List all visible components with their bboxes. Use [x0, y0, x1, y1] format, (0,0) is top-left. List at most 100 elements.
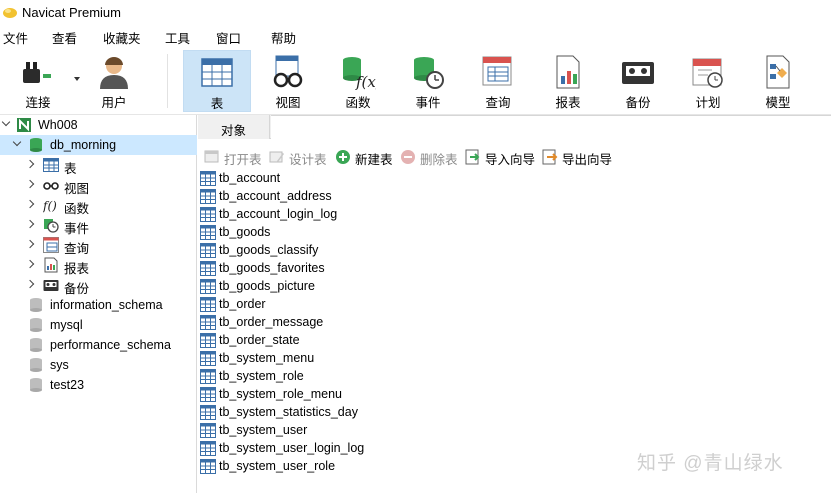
table-grid-icon [201, 58, 233, 87]
menu-window[interactable]: 窗口 [216, 28, 241, 47]
connect-button[interactable]: 连接 [4, 50, 80, 112]
model-label: 模型 [765, 96, 791, 110]
table-name: tb_order_state [219, 333, 300, 347]
report-button[interactable]: 报表 [534, 50, 602, 112]
add-plus-icon [336, 150, 350, 164]
tree-item-views[interactable]: 视图 [0, 175, 197, 196]
table-icon [43, 158, 59, 172]
menu-favorites[interactable]: 收藏夹 [103, 28, 141, 47]
report-chart-icon [44, 257, 58, 273]
delete-minus-icon [401, 150, 415, 164]
table-icon [200, 459, 216, 474]
chevron-right-icon[interactable] [25, 279, 35, 289]
object-toolbar: 打开表 设计表 新建表 删除表 导入向导 导出向导 [198, 145, 831, 169]
table-icon [200, 207, 216, 222]
model-button[interactable]: 模型 [744, 50, 812, 112]
tree-db-test23[interactable]: test23 [0, 375, 197, 395]
svg-text:f(x): f(x) [355, 73, 376, 90]
tree-item-events[interactable]: 事件 [0, 215, 197, 236]
menu-file[interactable]: 文件 [3, 28, 28, 47]
event-button[interactable]: 事件 [394, 50, 462, 112]
table-icon [200, 225, 216, 240]
table-name: tb_system_user [219, 423, 308, 437]
navicat-logo-icon [3, 8, 17, 18]
toolbar-separator [167, 54, 168, 108]
delete-table-label: 删除表 [420, 153, 458, 167]
main-panel: 对象 打开表 设计表 新建表 删除表 导入向导 导出向导 tb_account … [198, 115, 831, 493]
table-icon [200, 261, 216, 276]
import-wizard-label: 导入向导 [485, 153, 536, 167]
user-label: 用户 [101, 96, 127, 110]
tab-objects[interactable]: 对象 [198, 115, 270, 139]
chevron-right-icon[interactable] [25, 199, 35, 209]
table-icon [200, 387, 216, 402]
schedule-button[interactable]: 计划 [674, 50, 742, 112]
table-name: tb_system_user_login_log [219, 441, 365, 455]
tree-item-functions[interactable]: f() 函数 [0, 195, 197, 216]
table-icon [200, 315, 216, 330]
tree-item-reports[interactable]: 报表 [0, 255, 197, 276]
tree-db-sys[interactable]: sys [0, 355, 197, 375]
tree-item-queries[interactable]: 查询 [0, 235, 197, 256]
database-label: db_morning [50, 138, 117, 152]
tree-database-selected[interactable]: db_morning [0, 135, 197, 155]
table-icon [200, 369, 216, 384]
database-gray-icon [30, 318, 42, 332]
database-label: test23 [50, 378, 85, 392]
menu-view[interactable]: 查看 [52, 28, 77, 47]
table-icon [200, 297, 216, 312]
open-table-icon [204, 150, 219, 163]
chevron-right-icon[interactable] [25, 179, 35, 189]
chevron-right-icon[interactable] [25, 239, 35, 249]
table-name: tb_account_login_log [219, 207, 338, 221]
view-button[interactable]: 视图 [254, 50, 322, 112]
export-wizard-label: 导出向导 [562, 153, 613, 167]
backup-tape-icon [43, 280, 59, 291]
function-button[interactable]: f(x) 函数 [324, 50, 392, 112]
function-icon: f() [43, 199, 57, 213]
tree-db-mysql[interactable]: mysql [0, 315, 197, 335]
table-name: tb_account [219, 171, 281, 185]
window-title: Navicat Premium [22, 5, 121, 20]
tree-item-backups[interactable]: 备份 [0, 275, 197, 296]
tree-item-tables[interactable]: 表 [0, 155, 197, 176]
user-button[interactable]: 用户 [80, 50, 148, 112]
chevron-down-icon[interactable] [1, 117, 11, 127]
database-gray-icon [30, 378, 42, 392]
query-icon [482, 56, 512, 86]
design-table-icon [269, 151, 284, 163]
backup-button[interactable]: 备份 [604, 50, 672, 112]
backup-tape-icon [622, 62, 654, 84]
menu-tools[interactable]: 工具 [165, 28, 190, 47]
glasses-icon [273, 55, 303, 88]
chevron-right-icon[interactable] [25, 159, 35, 169]
table-name: tb_goods_picture [219, 279, 315, 293]
table-button[interactable]: 表 [183, 50, 251, 112]
table-name: tb_system_menu [219, 351, 315, 365]
database-gray-icon [30, 358, 42, 372]
tree-connection[interactable]: Wh008 [0, 115, 197, 135]
tree-db-information-schema[interactable]: information_schema [0, 295, 197, 315]
chevron-right-icon[interactable] [25, 219, 35, 229]
main-toolbar: 连接 用户 表 视图 f(x 函数 事件 查询 报表 备份 计划 模型 [0, 48, 831, 114]
tree-db-performance-schema[interactable]: performance_schema [0, 335, 197, 355]
menu-help[interactable]: 帮助 [271, 28, 296, 47]
table-name: tb_goods_classify [219, 243, 319, 257]
chevron-down-icon[interactable] [12, 137, 22, 147]
new-table-label: 新建表 [355, 153, 393, 167]
table-name: tb_account_address [219, 189, 332, 203]
query-label: 查询 [485, 96, 511, 110]
query-icon [43, 237, 59, 253]
tab-strip: 对象 [198, 115, 831, 139]
design-table-label: 设计表 [289, 153, 327, 167]
chevron-right-icon[interactable] [25, 259, 35, 269]
tab-strip-fill [271, 115, 831, 139]
event-label: 事件 [415, 96, 441, 110]
query-button[interactable]: 查询 [464, 50, 532, 112]
database-label: mysql [50, 318, 83, 332]
table-icon [200, 279, 216, 294]
backup-label: 备份 [625, 96, 651, 110]
table-icon [200, 243, 216, 258]
watermark: 知乎 @青山绿水 [637, 453, 784, 474]
table-icon [200, 171, 216, 186]
